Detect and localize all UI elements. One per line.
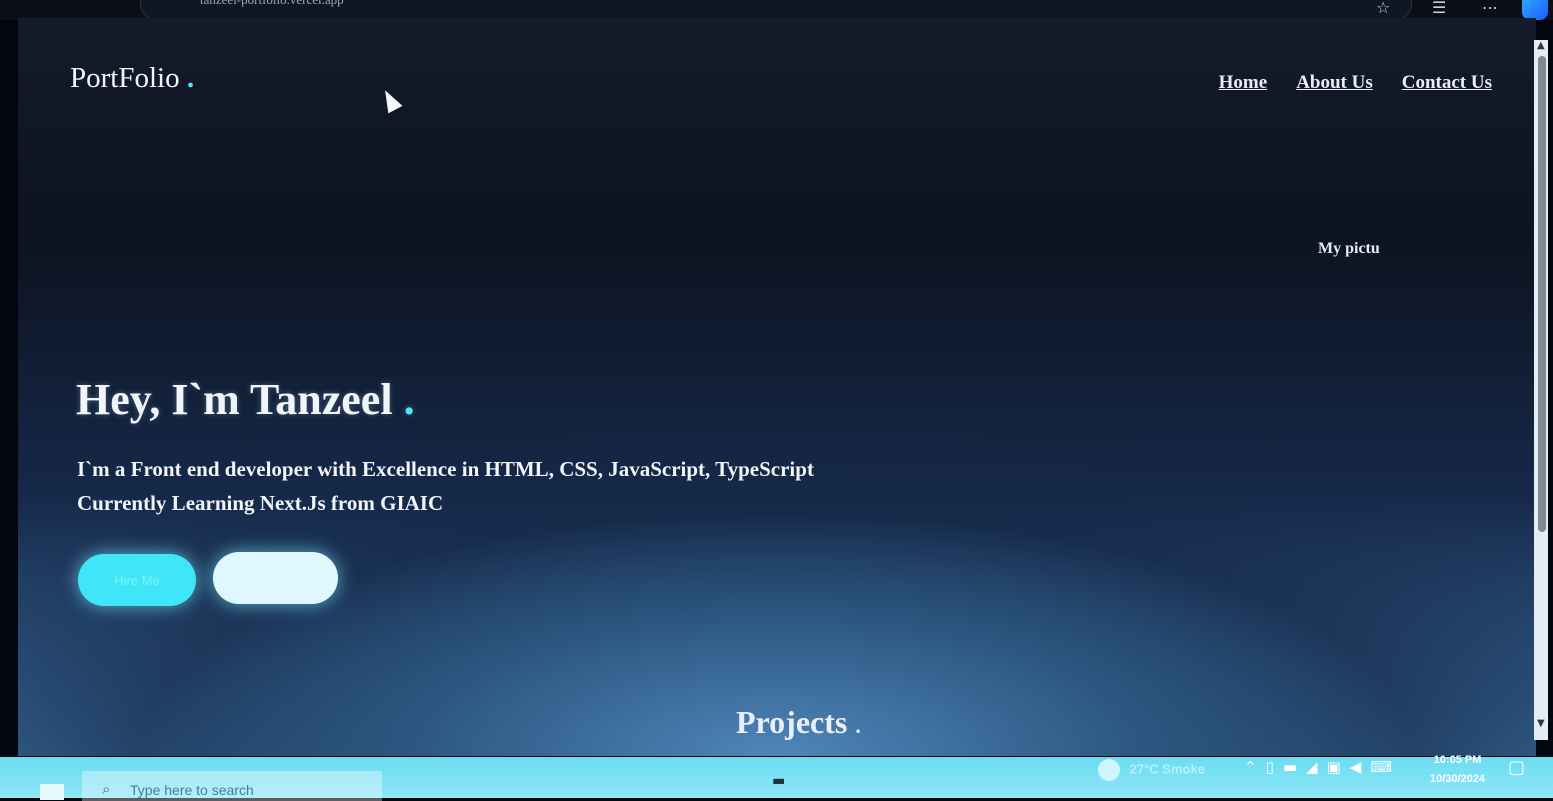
projects-heading: Projects . (736, 704, 861, 741)
copilot-icon[interactable] (1522, 0, 1548, 20)
star-icon[interactable]: ☆ (1376, 0, 1390, 17)
site-logo[interactable]: PortFolio . (70, 62, 194, 95)
address-text[interactable]: tanzeel-portfolio.vercel.app (200, 0, 344, 8)
weather-text: 27°C Smoke (1129, 761, 1205, 777)
keyboard-icon[interactable]: ⌨ (1370, 758, 1392, 776)
profile-image-alt: My pictu (1318, 240, 1380, 257)
windows-taskbar: ⌕ Type here to search ▬ 27°C Smoke ⌃ ▯ ▬… (0, 754, 1553, 801)
battery-icon[interactable]: ▬ (1283, 758, 1297, 776)
weather-icon (1098, 759, 1120, 781)
scrollbar-thumb[interactable] (1538, 56, 1546, 532)
hero-title: Hey, I`m Tanzeel . (76, 374, 415, 425)
hero-line-learning: Currently Learning Next.Js from GIAIC (77, 491, 444, 515)
hero-title-dot: . (403, 375, 415, 424)
system-tray: ⌃ ▯ ▬ ◢ ▣ ◀ ⌨ (1244, 758, 1392, 776)
nav-contact-link[interactable]: Contact Us (1402, 72, 1492, 94)
scroll-down-arrow-icon[interactable]: ▼ (1537, 718, 1545, 729)
nav-home-link[interactable]: Home (1219, 72, 1268, 94)
network-icon[interactable]: ◢ (1306, 758, 1318, 776)
taskbar-search-placeholder[interactable]: Type here to search (130, 782, 254, 798)
favorites-icon[interactable]: ☰ (1432, 0, 1446, 17)
hero-title-text: Hey, I`m Tanzeel (76, 375, 393, 424)
main-nav: Home About Us Contact Us (1219, 72, 1492, 94)
projects-heading-text: Projects (736, 704, 848, 740)
taskbar-clock[interactable]: 10:05 PM 10/30/2024 (1430, 751, 1485, 789)
clock-date: 10/30/2024 (1430, 773, 1486, 785)
notification-icon[interactable]: ▢ (1508, 757, 1525, 778)
screen: tanzeel-portfolio.vercel.app ☆ ☰ ⋯ PortF… (0, 0, 1553, 801)
browser-toolbar: tanzeel-portfolio.vercel.app ☆ ☰ ⋯ (0, 0, 1553, 20)
search-icon: ⌕ (102, 780, 111, 798)
weather-widget[interactable]: 27°C Smoke (1098, 759, 1205, 781)
display-icon[interactable]: ▣ (1327, 758, 1341, 776)
nav-about-link[interactable]: About Us (1296, 72, 1373, 94)
download-cv-button[interactable]: Download CV (213, 552, 338, 604)
chevron-up-icon[interactable]: ⌃ (1244, 758, 1257, 776)
app-tray-icon[interactable]: ▯ (1266, 758, 1274, 776)
taskbar-app-icon[interactable]: ▬ (772, 773, 785, 789)
hero-line-skills: I`m a Front end developer with Excellenc… (77, 457, 814, 481)
hire-me-button[interactable]: Hire Me (78, 554, 196, 606)
brand-dot: . (186, 62, 195, 94)
more-icon[interactable]: ⋯ (1482, 0, 1498, 17)
web-page: PortFolio . Home About Us Contact Us My … (18, 18, 1536, 756)
hero-description: I`m a Front end developer with Excellenc… (77, 452, 814, 520)
speaker-icon[interactable]: ◀ (1350, 758, 1362, 776)
projects-heading-dot: . (855, 713, 861, 738)
clock-time: 10:05 PM (1433, 754, 1482, 766)
scroll-up-arrow-icon[interactable]: ▲ (1537, 40, 1545, 51)
brand-text: PortFolio (70, 62, 180, 94)
